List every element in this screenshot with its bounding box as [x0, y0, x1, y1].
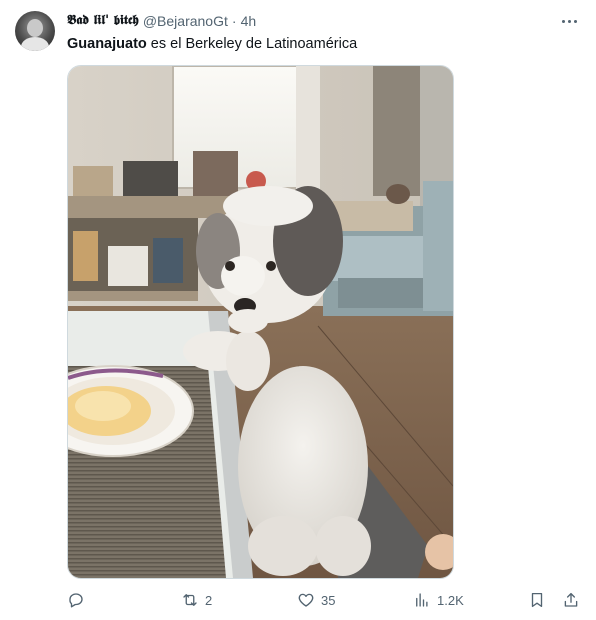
tweet-header: 𝕭𝖆𝖉 𝖑𝖎𝖑' 𝖇𝖎𝖙𝖈𝖍 @BejaranoGt · 4h [67, 12, 556, 30]
user-handle[interactable]: @BejaranoGt [143, 12, 228, 30]
reply-icon [69, 593, 83, 608]
heart-icon [298, 593, 314, 607]
retweet-button[interactable]: 2 [181, 588, 212, 612]
retweet-count: 2 [205, 592, 213, 608]
avatar-face [27, 19, 43, 37]
bookmark-icon [531, 592, 543, 608]
separator-dot: · [231, 13, 237, 29]
bookmark-button[interactable] [528, 588, 546, 612]
tweet-text: Guanajuato es el Berkeley de Latinoaméri… [67, 35, 576, 53]
reply-button[interactable] [67, 588, 91, 612]
like-count: 35 [321, 592, 336, 608]
tweet-text-bold: Guanajuato [67, 36, 147, 52]
dog-photo-illustration [68, 66, 453, 578]
share-icon [564, 592, 578, 607]
avatar-body [21, 37, 49, 51]
more-horizontal-icon[interactable] [559, 13, 579, 29]
views-button[interactable]: 1.2K [413, 588, 464, 612]
display-name[interactable]: 𝕭𝖆𝖉 𝖑𝖎𝖑' 𝖇𝖎𝖙𝖈𝖍 [67, 12, 139, 30]
share-button[interactable] [562, 588, 580, 612]
retweet-icon [183, 594, 197, 606]
tweet-photo[interactable] [67, 65, 454, 579]
tweet-text-rest: es el Berkeley de Latinoamérica [146, 36, 358, 52]
views-count: 1.2K [437, 592, 464, 608]
avatar[interactable] [15, 11, 55, 51]
timestamp[interactable]: 4h [241, 12, 257, 30]
like-button[interactable]: 35 [297, 588, 335, 612]
views-chart-icon [416, 593, 428, 607]
tweet-actions-bar: 2 35 1.2K [0, 588, 596, 612]
